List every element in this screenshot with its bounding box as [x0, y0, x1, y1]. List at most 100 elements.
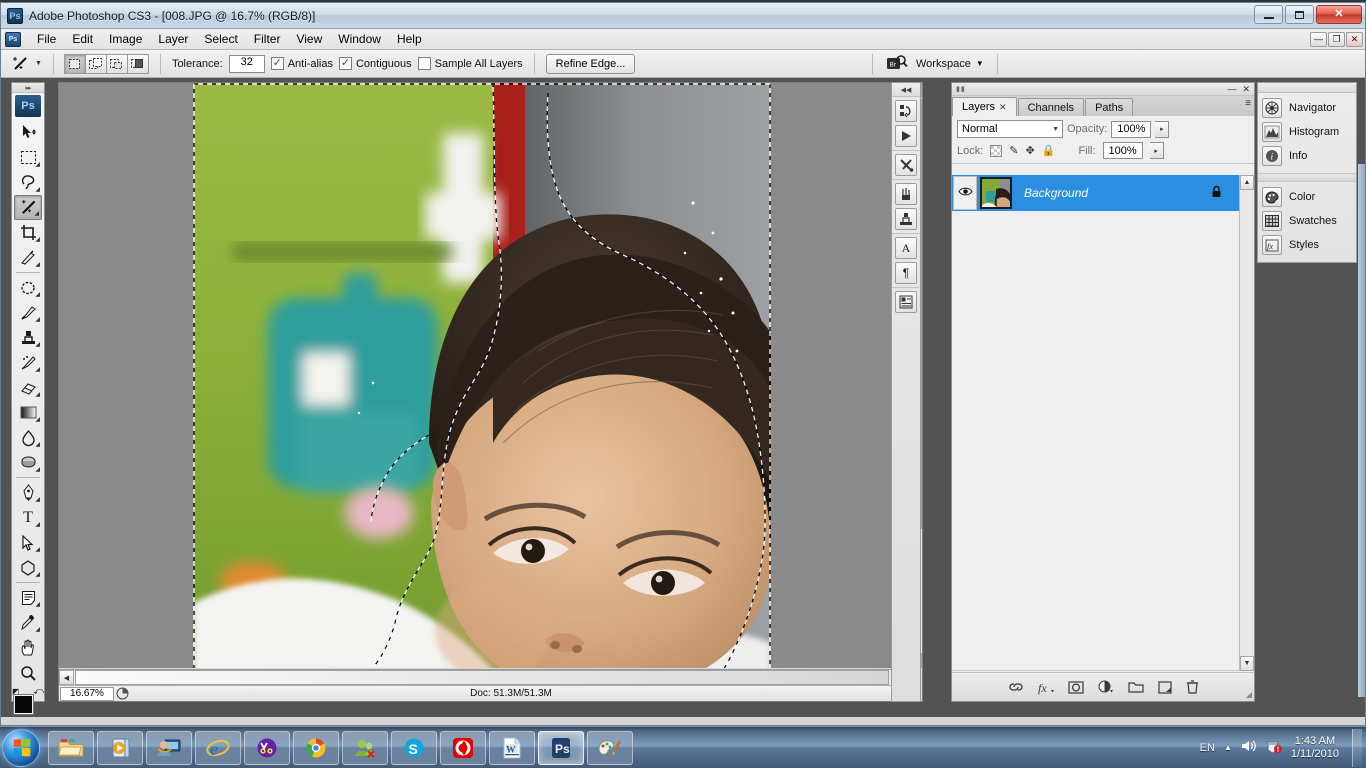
document-close-button[interactable]: ✕	[1346, 31, 1363, 47]
taskbar-google-chrome[interactable]	[293, 730, 339, 765]
zoom-tool[interactable]	[14, 660, 42, 685]
spot-healing-brush-tool[interactable]: ◢	[14, 275, 42, 300]
document-minimize-button[interactable]: —	[1310, 31, 1327, 47]
styles-panel-button[interactable]: fx Styles	[1262, 233, 1352, 257]
layers-scroll-up-button[interactable]: ▲	[1240, 175, 1254, 190]
menu-edit[interactable]: Edit	[64, 30, 101, 48]
character-panel-icon[interactable]: A	[895, 237, 917, 259]
brushes-panel-icon[interactable]	[895, 183, 917, 205]
sample-all-layers-checkbox-wrap[interactable]: Sample All Layers	[417, 57, 523, 70]
document-menu-icon[interactable]: Ps	[5, 31, 21, 47]
color-panel-button[interactable]: Color	[1262, 185, 1352, 209]
minimize-button[interactable]	[1254, 5, 1283, 24]
clone-source-panel-icon[interactable]	[895, 208, 917, 230]
intersect-with-selection-button[interactable]	[126, 53, 149, 74]
taskbar-yahoo-messenger[interactable]	[244, 730, 290, 765]
tab-paths[interactable]: Paths	[1085, 98, 1134, 116]
tool-presets-panel-icon[interactable]	[895, 154, 917, 176]
lasso-tool[interactable]: ◢	[14, 170, 42, 195]
lock-all-icon[interactable]: 🔒	[1042, 144, 1056, 157]
lock-position-icon[interactable]: ✥	[1026, 144, 1035, 157]
new-adjustment-layer-icon[interactable]	[1098, 680, 1114, 694]
layers-list-scrollbar[interactable]: ▲ ▼	[1239, 175, 1254, 671]
pen-tool[interactable]: ◢	[14, 480, 42, 505]
dock-collapse-button[interactable]: ◀◀	[892, 83, 920, 97]
magic-wand-icon[interactable]	[7, 53, 33, 75]
taskbar-vodafone[interactable]	[440, 730, 486, 765]
magic-wand-tool[interactable]: ◢	[14, 195, 42, 220]
gradient-tool[interactable]: ◢	[14, 400, 42, 425]
link-layers-icon[interactable]	[1008, 681, 1024, 693]
right-edge-scrollbar[interactable]	[1358, 164, 1365, 697]
blend-mode-select[interactable]: Normal ▼	[957, 120, 1063, 138]
tab-layers[interactable]: Layers ✕	[952, 97, 1017, 116]
layer-thumbnail[interactable]	[980, 177, 1012, 209]
tool-preset-caret-icon[interactable]: ▼	[35, 60, 42, 67]
paragraph-panel-icon[interactable]: ¶	[895, 262, 917, 284]
add-layer-mask-icon[interactable]	[1067, 680, 1084, 694]
layers-scroll-down-button[interactable]: ▼	[1240, 656, 1254, 671]
go-to-bridge-icon[interactable]: Br	[886, 54, 908, 74]
tools-palette-grip[interactable]: ▸▸	[12, 83, 44, 93]
canvas-area[interactable]	[59, 83, 906, 668]
panel-grip-icon[interactable]: ▮▮	[956, 85, 966, 93]
eyedropper-tool[interactable]: ◢	[14, 610, 42, 635]
opacity-spinner-icon[interactable]: ▸	[1155, 120, 1170, 138]
rectangular-marquee-tool[interactable]: ◢	[14, 145, 42, 170]
taskbar-windows-media-player[interactable]	[97, 730, 143, 765]
layer-row-background[interactable]: Background	[952, 175, 1254, 211]
tab-channels[interactable]: Channels	[1017, 98, 1085, 116]
zoom-level-input[interactable]: 16.67%	[60, 686, 114, 701]
swap-colors-icon[interactable]: ⤺	[33, 686, 44, 697]
maximize-button[interactable]	[1285, 5, 1314, 24]
info-panel-button[interactable]: i Info	[1262, 144, 1352, 168]
fill-spinner-icon[interactable]: ▸	[1149, 142, 1164, 159]
contiguous-checkbox-wrap[interactable]: Contiguous	[338, 57, 412, 70]
eraser-tool[interactable]: ◢	[14, 375, 42, 400]
panel-resize-grip[interactable]: ◢	[1246, 690, 1252, 699]
start-orb[interactable]	[2, 728, 40, 767]
menu-filter[interactable]: Filter	[246, 30, 289, 48]
taskbar-windows-explorer[interactable]	[48, 730, 94, 765]
layer-comps-panel-icon[interactable]	[895, 291, 917, 313]
foreground-color-swatch[interactable]	[13, 694, 34, 715]
history-brush-tool[interactable]: ◢	[14, 350, 42, 375]
slice-tool[interactable]: ◢	[14, 245, 42, 270]
subtract-from-selection-button[interactable]	[105, 53, 128, 74]
horizontal-scroll-thumb[interactable]	[75, 670, 889, 685]
panel-close-button[interactable]: ✕	[1242, 84, 1250, 94]
path-selection-tool[interactable]: ◢	[14, 530, 42, 555]
menu-file[interactable]: File	[29, 30, 64, 48]
show-desktop-button[interactable]	[1352, 728, 1362, 767]
layer-visibility-toggle[interactable]	[953, 176, 977, 210]
histogram-panel-button[interactable]: Histogram	[1262, 120, 1352, 144]
taskbar-skype[interactable]: S	[391, 730, 437, 765]
clone-stamp-tool[interactable]: ◢	[14, 325, 42, 350]
sample-all-layers-checkbox[interactable]	[417, 57, 431, 70]
navigator-panel-button[interactable]: Navigator	[1262, 96, 1352, 120]
refine-edge-button[interactable]: Refine Edge...	[545, 53, 636, 74]
layer-style-fx-icon[interactable]: fx	[1038, 681, 1054, 695]
fill-input[interactable]: 100%	[1102, 142, 1143, 159]
delete-layer-icon[interactable]	[1186, 680, 1199, 694]
opacity-input[interactable]: 100%	[1111, 120, 1152, 138]
new-layer-icon[interactable]	[1157, 680, 1172, 694]
new-selection-button[interactable]	[63, 53, 86, 74]
add-to-selection-button[interactable]	[84, 53, 107, 74]
anti-alias-checkbox[interactable]	[270, 57, 284, 70]
document-preview-icon[interactable]	[114, 687, 130, 701]
menu-select[interactable]: Select	[196, 30, 245, 48]
hand-tool[interactable]	[14, 635, 42, 660]
document-restore-button[interactable]: ❐	[1328, 31, 1345, 47]
anti-alias-checkbox-wrap[interactable]: Anti-alias	[270, 57, 333, 70]
dodge-tool[interactable]: ◢	[14, 450, 42, 475]
brush-tool[interactable]: ◢	[14, 300, 42, 325]
shape-tool[interactable]: ◢	[14, 555, 42, 580]
new-group-icon[interactable]	[1127, 681, 1144, 693]
blur-tool[interactable]: ◢	[14, 425, 42, 450]
close-button[interactable]: ✕	[1316, 5, 1362, 24]
volume-icon[interactable]	[1241, 739, 1257, 756]
clock[interactable]: 1:43 AM 1/11/2010	[1291, 735, 1339, 761]
panel-minimize-button[interactable]: —	[1227, 84, 1236, 94]
close-icon[interactable]: ✕	[999, 102, 1007, 113]
